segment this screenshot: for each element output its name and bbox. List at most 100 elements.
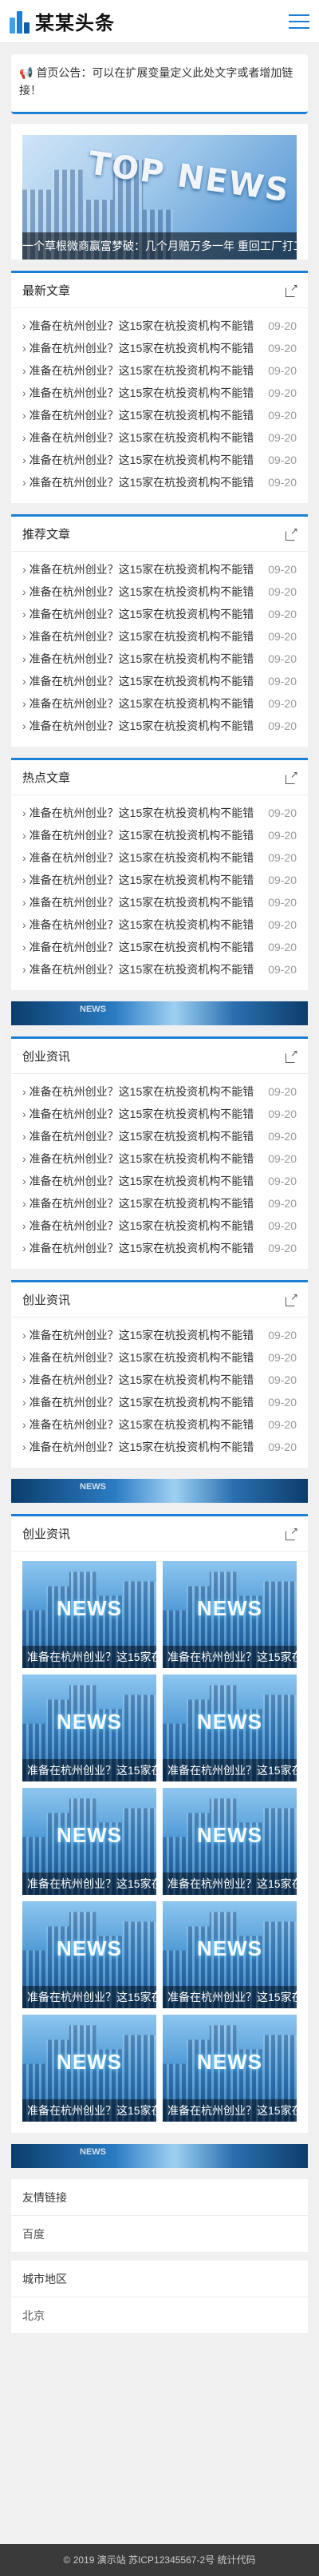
article-title-link[interactable]: 准备在杭州创业？这15家在杭投资机构不能错 [22, 628, 262, 644]
article-title-link[interactable]: 准备在杭州创业？这15家在杭投资机构不能错 [22, 1240, 262, 1256]
external-link-icon[interactable] [286, 282, 298, 297]
list-item[interactable]: 准备在杭州创业？这15家在杭投资机构不能错 09-20 [22, 449, 297, 471]
list-item[interactable]: 准备在杭州创业？这15家在杭投资机构不能错 09-20 [22, 1324, 297, 1346]
image-news-item[interactable]: NEWS 准备在杭州创业？这15家在杭投资 [22, 1561, 156, 1668]
article-title-link[interactable]: 准备在杭州创业？这15家在杭投资机构不能错 [22, 1128, 262, 1144]
site-logo[interactable]: 某某头条 [10, 7, 115, 35]
list-item[interactable]: 准备在杭州创业？这15家在杭投资机构不能错 09-20 [22, 1080, 297, 1103]
list-item[interactable]: 准备在杭州创业？这15家在杭投资机构不能错 09-20 [22, 581, 297, 603]
image-news-caption[interactable]: 准备在杭州创业？这15家在杭投资 [163, 1986, 297, 2008]
article-title-link[interactable]: 准备在杭州创业？这15家在杭投资机构不能错 [22, 961, 262, 977]
article-title-link[interactable]: 准备在杭州创业？这15家在杭投资机构不能错 [22, 1195, 262, 1211]
list-item[interactable]: 准备在杭州创业？这15家在杭投资机构不能错 09-20 [22, 382, 297, 404]
article-title-link[interactable]: 准备在杭州创业？这15家在杭投资机构不能错 [22, 584, 262, 600]
list-item[interactable]: 准备在杭州创业？这15家在杭投资机构不能错 09-20 [22, 936, 297, 958]
list-item[interactable]: 准备在杭州创业？这15家在杭投资机构不能错 09-20 [22, 404, 297, 426]
image-news-item[interactable]: NEWS 准备在杭州创业？这15家在杭投资 [22, 1901, 156, 2008]
featured-slider[interactable]: TOP NEWS 一个草根微商赢富梦破：几个月赔万多一年 重回工厂打工 [11, 124, 308, 260]
article-title-link[interactable]: 准备在杭州创业？这15家在杭投资机构不能错 [22, 1327, 262, 1343]
external-link-icon[interactable] [286, 525, 298, 541]
article-title-link[interactable]: 准备在杭州创业？这15家在杭投资机构不能错 [22, 872, 262, 888]
image-news-item[interactable]: NEWS 准备在杭州创业？这15家在杭投资 [163, 1788, 297, 1895]
external-link-icon[interactable] [286, 1525, 298, 1540]
list-item[interactable]: 准备在杭州创业？这15家在杭投资机构不能错 09-20 [22, 824, 297, 846]
article-title-link[interactable]: 准备在杭州创业？这15家在杭投资机构不能错 [22, 385, 262, 401]
list-item[interactable]: 准备在杭州创业？这15家在杭投资机构不能错 09-20 [22, 359, 297, 382]
list-item[interactable]: 准备在杭州创业？这15家在杭投资机构不能错 09-20 [22, 603, 297, 625]
city-link-item[interactable]: 北京 [11, 2297, 308, 2334]
ad-banner[interactable]: NEWS [11, 1001, 308, 1025]
article-title-link[interactable]: 准备在杭州创业？这15家在杭投资机构不能错 [22, 474, 262, 490]
external-link-icon[interactable] [286, 1048, 298, 1063]
image-news-item[interactable]: NEWS 准备在杭州创业？这15家在杭投资 [22, 1674, 156, 1781]
list-item[interactable]: 准备在杭州创业？这15家在杭投资机构不能错 09-20 [22, 558, 297, 581]
ad-banner[interactable]: NEWS [11, 2144, 308, 2168]
image-news-item[interactable]: NEWS 准备在杭州创业？这15家在杭投资 [22, 1788, 156, 1895]
article-title-link[interactable]: 准备在杭州创业？这15家在杭投资机构不能错 [22, 430, 262, 446]
friend-link-item[interactable]: 百度 [11, 2216, 308, 2253]
image-news-caption[interactable]: 准备在杭州创业？这15家在杭投资 [163, 1759, 297, 1781]
list-item[interactable]: 准备在杭州创业？这15家在杭投资机构不能错 09-20 [22, 869, 297, 891]
article-title-link[interactable]: 准备在杭州创业？这15家在杭投资机构不能错 [22, 894, 262, 910]
list-item[interactable]: 准备在杭州创业？这15家在杭投资机构不能错 09-20 [22, 1237, 297, 1259]
article-title-link[interactable]: 准备在杭州创业？这15家在杭投资机构不能错 [22, 673, 262, 689]
article-title-link[interactable]: 准备在杭州创业？这15家在杭投资机构不能错 [22, 363, 262, 378]
hamburger-icon[interactable] [289, 13, 309, 30]
article-title-link[interactable]: 准备在杭州创业？这15家在杭投资机构不能错 [22, 850, 262, 866]
list-item[interactable]: 准备在杭州创业？这15家在杭投资机构不能错 09-20 [22, 1413, 297, 1436]
list-item[interactable]: 准备在杭州创业？这15家在杭投资机构不能错 09-20 [22, 891, 297, 913]
image-news-item[interactable]: NEWS 准备在杭州创业？这15家在杭投资 [163, 2015, 297, 2122]
article-title-link[interactable]: 准备在杭州创业？这15家在杭投资机构不能错 [22, 452, 262, 468]
list-item[interactable]: 准备在杭州创业？这15家在杭投资机构不能错 09-20 [22, 1147, 297, 1170]
list-item[interactable]: 准备在杭州创业？这15家在杭投资机构不能错 09-20 [22, 1103, 297, 1125]
list-item[interactable]: 准备在杭州创业？这15家在杭投资机构不能错 09-20 [22, 802, 297, 824]
article-title-link[interactable]: 准备在杭州创业？这15家在杭投资机构不能错 [22, 318, 262, 334]
article-title-link[interactable]: 准备在杭州创业？这15家在杭投资机构不能错 [22, 606, 262, 622]
image-news-caption[interactable]: 准备在杭州创业？这15家在杭投资 [22, 1646, 156, 1668]
article-title-link[interactable]: 准备在杭州创业？这15家在杭投资机构不能错 [22, 718, 262, 734]
list-item[interactable]: 准备在杭州创业？这15家在杭投资机构不能错 09-20 [22, 715, 297, 737]
article-title-link[interactable]: 准备在杭州创业？这15家在杭投资机构不能错 [22, 561, 262, 577]
external-link-icon[interactable] [286, 1291, 298, 1306]
image-news-item[interactable]: NEWS 准备在杭州创业？这15家在杭投资 [22, 2015, 156, 2122]
list-item[interactable]: 准备在杭州创业？这15家在杭投资机构不能错 09-20 [22, 913, 297, 936]
article-title-link[interactable]: 准备在杭州创业？这15家在杭投资机构不能错 [22, 1151, 262, 1167]
article-title-link[interactable]: 准备在杭州创业？这15家在杭投资机构不能错 [22, 939, 262, 955]
list-item[interactable]: 准备在杭州创业？这15家在杭投资机构不能错 09-20 [22, 1436, 297, 1458]
image-news-item[interactable]: NEWS 准备在杭州创业？这15家在杭投资 [163, 1901, 297, 2008]
list-item[interactable]: 准备在杭州创业？这15家在杭投资机构不能错 09-20 [22, 846, 297, 869]
list-item[interactable]: 准备在杭州创业？这15家在杭投资机构不能错 09-20 [22, 1125, 297, 1147]
image-news-caption[interactable]: 准备在杭州创业？这15家在杭投资 [22, 1986, 156, 2008]
article-title-link[interactable]: 准备在杭州创业？这15家在杭投资机构不能错 [22, 340, 262, 356]
list-item[interactable]: 准备在杭州创业？这15家在杭投资机构不能错 09-20 [22, 1192, 297, 1215]
list-item[interactable]: 准备在杭州创业？这15家在杭投资机构不能错 09-20 [22, 692, 297, 715]
image-news-caption[interactable]: 准备在杭州创业？这15家在杭投资 [163, 2099, 297, 2122]
article-title-link[interactable]: 准备在杭州创业？这15家在杭投资机构不能错 [22, 651, 262, 667]
list-item[interactable]: 准备在杭州创业？这15家在杭投资机构不能错 09-20 [22, 1170, 297, 1192]
external-link-icon[interactable] [286, 769, 298, 784]
article-title-link[interactable]: 准备在杭州创业？这15家在杭投资机构不能错 [22, 1394, 262, 1410]
article-title-link[interactable]: 准备在杭州创业？这15家在杭投资机构不能错 [22, 696, 262, 711]
list-item[interactable]: 准备在杭州创业？这15家在杭投资机构不能错 09-20 [22, 648, 297, 670]
article-title-link[interactable]: 准备在杭州创业？这15家在杭投资机构不能错 [22, 827, 262, 843]
list-item[interactable]: 准备在杭州创业？这15家在杭投资机构不能错 09-20 [22, 1215, 297, 1237]
article-title-link[interactable]: 准备在杭州创业？这15家在杭投资机构不能错 [22, 1106, 262, 1122]
list-item[interactable]: 准备在杭州创业？这15家在杭投资机构不能错 09-20 [22, 1369, 297, 1391]
article-title-link[interactable]: 准备在杭州创业？这15家在杭投资机构不能错 [22, 1218, 262, 1234]
article-title-link[interactable]: 准备在杭州创业？这15家在杭投资机构不能错 [22, 1173, 262, 1189]
image-news-caption[interactable]: 准备在杭州创业？这15家在杭投资 [22, 2099, 156, 2122]
image-news-caption[interactable]: 准备在杭州创业？这15家在杭投资 [163, 1873, 297, 1895]
list-item[interactable]: 准备在杭州创业？这15家在杭投资机构不能错 09-20 [22, 315, 297, 337]
image-news-caption[interactable]: 准备在杭州创业？这15家在杭投资 [22, 1873, 156, 1895]
article-title-link[interactable]: 准备在杭州创业？这15家在杭投资机构不能错 [22, 805, 262, 821]
image-news-item[interactable]: NEWS 准备在杭州创业？这15家在杭投资 [163, 1561, 297, 1668]
list-item[interactable]: 准备在杭州创业？这15家在杭投资机构不能错 09-20 [22, 1391, 297, 1413]
article-title-link[interactable]: 准备在杭州创业？这15家在杭投资机构不能错 [22, 1084, 262, 1100]
article-title-link[interactable]: 准备在杭州创业？这15家在杭投资机构不能错 [22, 1417, 262, 1433]
article-title-link[interactable]: 准备在杭州创业？这15家在杭投资机构不能错 [22, 407, 262, 423]
article-title-link[interactable]: 准备在杭州创业？这15家在杭投资机构不能错 [22, 917, 262, 933]
article-title-link[interactable]: 准备在杭州创业？这15家在杭投资机构不能错 [22, 1372, 262, 1388]
list-item[interactable]: 准备在杭州创业？这15家在杭投资机构不能错 09-20 [22, 625, 297, 648]
ad-banner[interactable]: NEWS [11, 1479, 308, 1503]
list-item[interactable]: 准备在杭州创业？这15家在杭投资机构不能错 09-20 [22, 670, 297, 692]
